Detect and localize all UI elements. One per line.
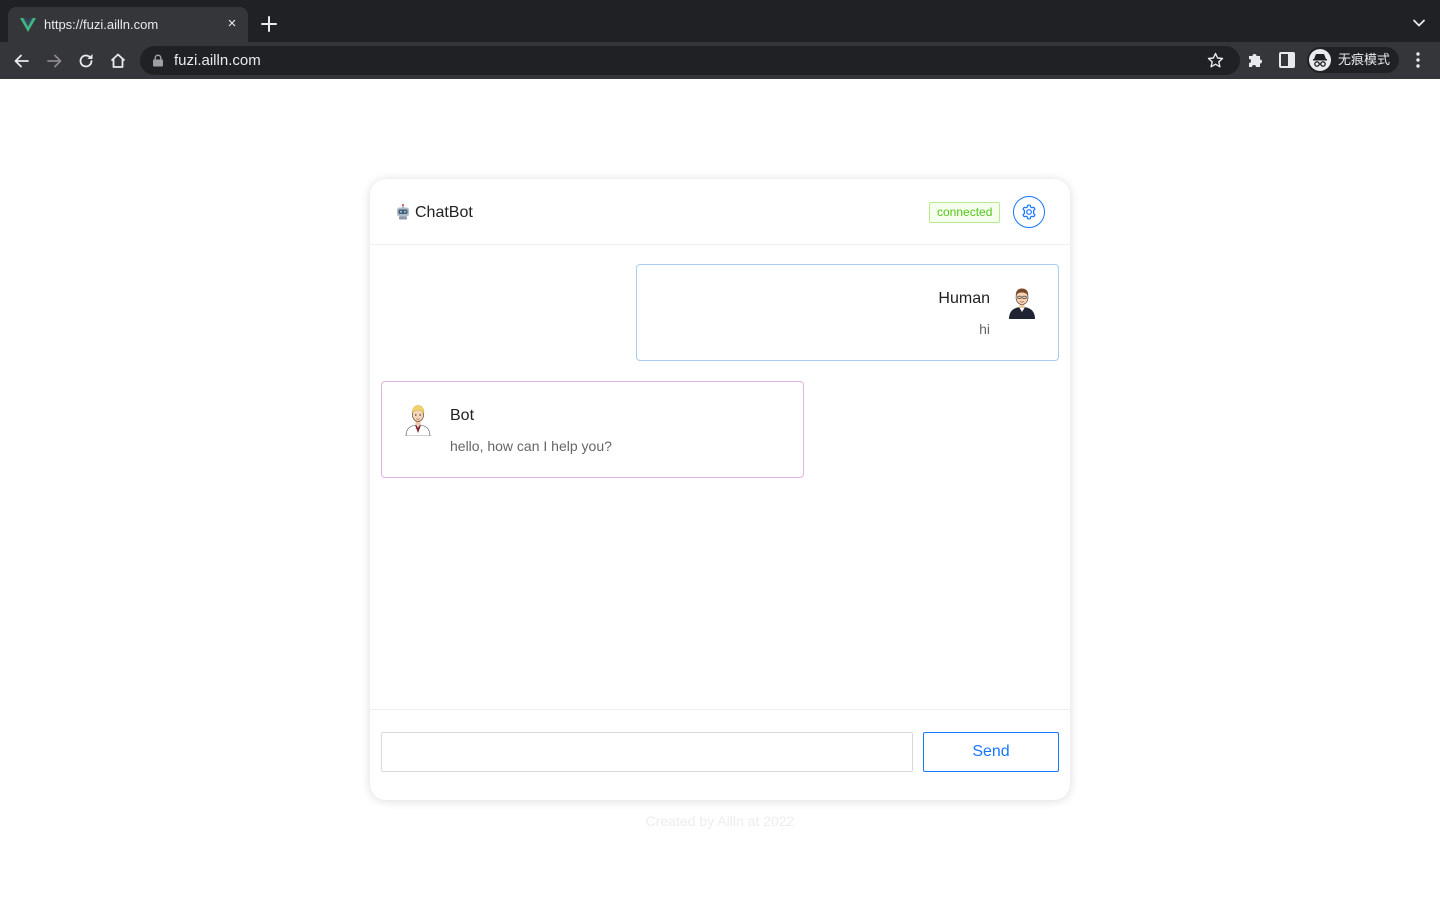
- tab-close-icon[interactable]: ×: [224, 16, 240, 32]
- incognito-profile-button[interactable]: 无痕模式: [1307, 47, 1399, 73]
- message-author: Human: [938, 290, 990, 307]
- extensions-puzzle-icon[interactable]: [1246, 51, 1264, 69]
- tab-title: https://fuzi.ailln.com: [44, 17, 159, 32]
- app-title: ChatBot: [415, 204, 473, 221]
- message-text: hello, how can I help you?: [450, 438, 612, 454]
- message-input[interactable]: [381, 732, 913, 772]
- message-human: Human hi: [636, 264, 1059, 361]
- lock-icon[interactable]: [152, 54, 164, 67]
- vue-logo-icon: [20, 18, 36, 32]
- bookmark-star-icon[interactable]: [1207, 52, 1224, 69]
- bot-avatar: [405, 405, 431, 436]
- message-text: hi: [979, 321, 990, 337]
- home-icon[interactable]: [108, 51, 128, 71]
- chat-header: ChatBot connected: [370, 179, 1070, 245]
- message-bot: Bot hello, how can I help you?: [381, 381, 804, 478]
- incognito-icon: [1309, 49, 1331, 71]
- browser-toolbar: fuzi.ailln.com: [0, 42, 1440, 79]
- chat-card: ChatBot connected Human hi Bot hello, ho…: [370, 179, 1070, 800]
- new-tab-plus-icon[interactable]: [258, 13, 280, 35]
- robot-icon: [397, 204, 409, 220]
- message-list: Human hi Bot hello, how can I help you?: [370, 245, 1070, 709]
- human-avatar: [1009, 288, 1035, 319]
- composer: Send: [370, 709, 1070, 800]
- forward-arrow-icon[interactable]: [44, 51, 64, 71]
- url-text: fuzi.ailln.com: [174, 52, 261, 69]
- browser-tab-strip: https://fuzi.ailln.com ×: [0, 0, 1440, 42]
- tab-search-chevron-down-icon[interactable]: [1412, 16, 1426, 30]
- side-panel-icon[interactable]: [1279, 52, 1295, 68]
- footer-credit: Created by Ailln at 2022: [645, 813, 795, 829]
- browser-tab[interactable]: https://fuzi.ailln.com ×: [8, 7, 248, 42]
- status-badge: connected: [929, 202, 1001, 223]
- back-arrow-icon[interactable]: [12, 51, 32, 71]
- address-bar[interactable]: fuzi.ailln.com: [140, 46, 1240, 75]
- message-author: Bot: [450, 407, 475, 424]
- gear-icon: [1022, 204, 1036, 220]
- send-button[interactable]: Send: [923, 732, 1059, 772]
- kebab-menu-icon[interactable]: [1410, 51, 1426, 69]
- incognito-label: 无痕模式: [1338, 52, 1391, 67]
- reload-icon[interactable]: [76, 51, 96, 71]
- settings-button[interactable]: [1013, 196, 1045, 228]
